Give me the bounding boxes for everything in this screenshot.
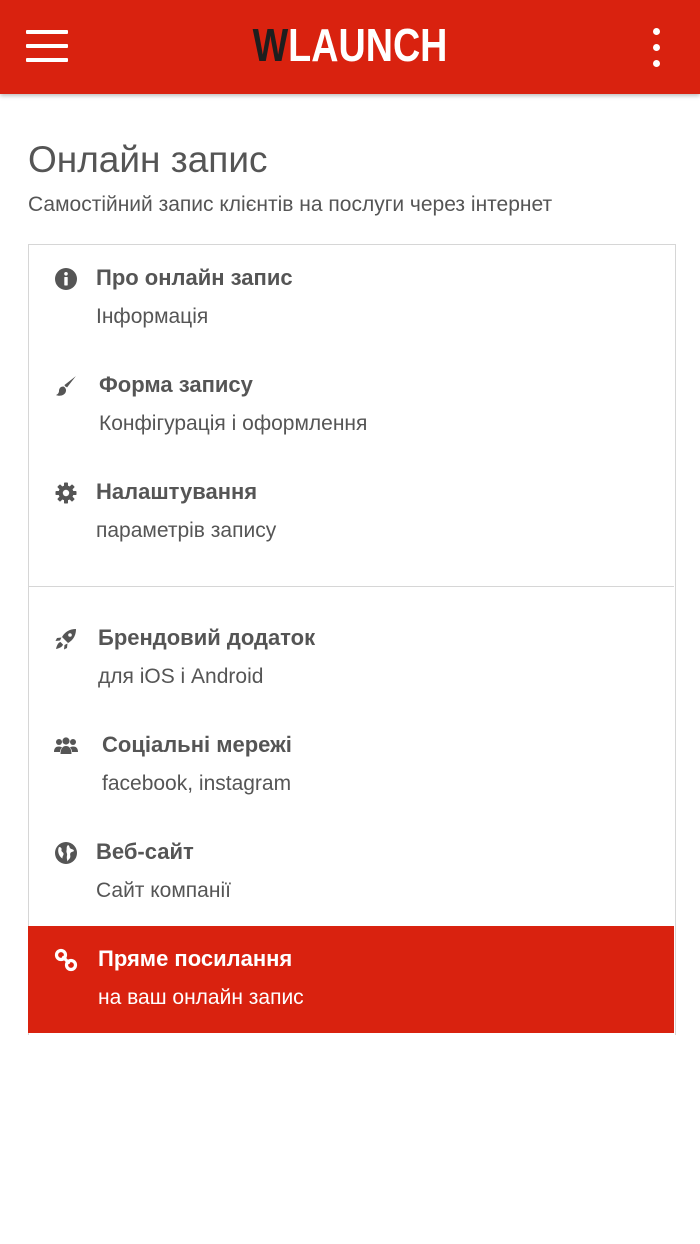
menu-item-subtitle: Конфігурація і оформлення [99,412,368,435]
gear-icon [54,481,78,505]
menu-item-branded-app[interactable]: Брендовий додаток для iOS і Android [28,605,674,712]
app-logo[interactable]: WLAUNCH [63,18,637,72]
page-subtitle: Самостійний запис клієнтів на послуги че… [28,193,553,216]
menu-item-website[interactable]: Веб-сайт Сайт компанії [28,819,674,926]
menu-item-subtitle: Інформація [96,305,209,328]
app-header: WLAUNCH [0,0,700,94]
menu-item-about[interactable]: Про онлайн запис Інформація [28,245,674,352]
menu-item-title: Соціальні мережі [102,732,292,757]
rocket-icon [54,627,78,651]
menu-item-title: Налаштування [96,479,258,504]
brush-icon [54,374,78,398]
menu-item-title: Форма запису [99,372,253,397]
menu-item-title: Про онлайн запис [96,265,293,290]
menu-item-subtitle: на ваш онлайн запис [98,986,304,1009]
menu-divider [28,586,674,587]
link-icon [54,948,78,972]
menu-item-direct-link[interactable]: Пряме посилання на ваш онлайн запис [28,926,674,1033]
menu-item-subtitle: для iOS і Android [98,665,264,688]
page-title: Онлайн запис [28,139,268,180]
hamburger-icon[interactable] [26,30,68,64]
menu-item-title: Веб-сайт [96,839,194,864]
users-icon [54,734,78,758]
menu-item-social-networks[interactable]: Соціальні мережі facebook, instagram [28,712,674,819]
menu-item-booking-form[interactable]: Форма запису Конфігурація і оформлення [28,352,674,459]
more-options-icon[interactable] [646,26,666,70]
menu-item-settings[interactable]: Налаштування параметрів запису [28,459,674,566]
globe-icon [54,841,78,865]
info-icon [54,267,78,291]
menu-item-title: Пряме посилання [98,946,293,971]
menu-item-subtitle: Сайт компанії [96,879,231,902]
menu-item-subtitle: параметрів запису [96,519,277,542]
menu-item-title: Брендовий додаток [98,625,316,650]
menu-item-subtitle: facebook, instagram [102,772,292,795]
